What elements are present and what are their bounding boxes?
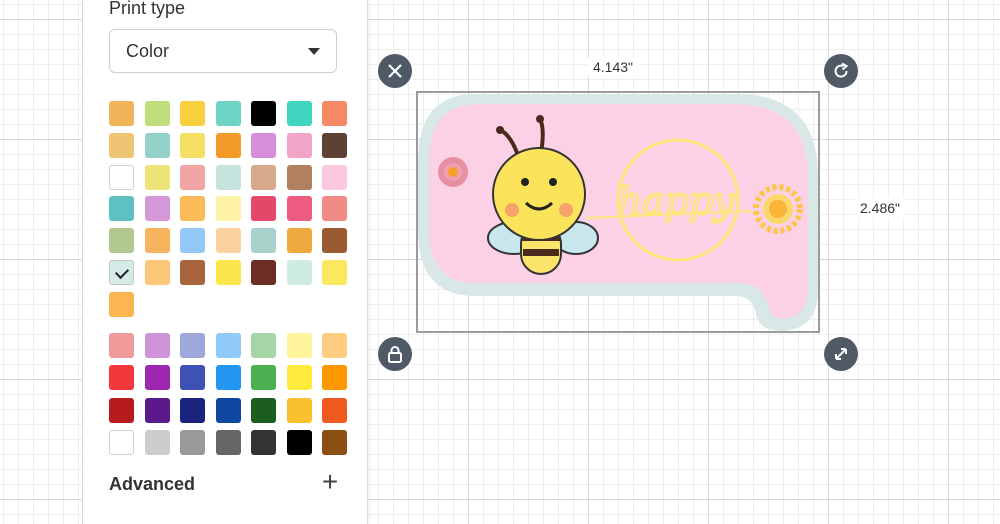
color-swatch[interactable]: [286, 132, 312, 158]
swatch-grid-bottom: [109, 333, 347, 455]
color-swatch[interactable]: [286, 365, 312, 391]
color-swatch[interactable]: [215, 164, 241, 190]
color-swatch[interactable]: [144, 333, 170, 358]
color-swatch[interactable]: [180, 196, 205, 222]
color-swatch[interactable]: [144, 365, 170, 391]
color-swatch[interactable]: [215, 132, 241, 158]
color-swatch[interactable]: [286, 228, 312, 254]
color-swatch[interactable]: [144, 132, 170, 158]
advanced-label: Advanced: [109, 474, 196, 494]
color-swatch[interactable]: [109, 365, 134, 391]
color-swatch[interactable]: [251, 101, 276, 126]
color-swatch[interactable]: [144, 429, 170, 455]
color-swatch[interactable]: [109, 164, 134, 190]
color-swatch[interactable]: [180, 333, 205, 358]
color-swatch[interactable]: [144, 196, 170, 222]
print-type-select[interactable]: Color: [109, 29, 337, 73]
selection-bounding-box[interactable]: [416, 91, 820, 333]
color-swatch[interactable]: [180, 101, 205, 126]
color-swatch[interactable]: [144, 259, 170, 285]
color-swatch[interactable]: [109, 397, 134, 423]
color-swatch[interactable]: [180, 228, 205, 254]
close-icon: [388, 64, 402, 78]
color-swatch[interactable]: [322, 164, 347, 190]
color-swatch[interactable]: [286, 164, 312, 190]
color-swatch-selected[interactable]: [109, 259, 134, 285]
color-swatch[interactable]: [109, 291, 134, 317]
swatch-grid-top: [109, 101, 347, 317]
expand-advanced-plus-icon[interactable]: +: [320, 468, 340, 496]
color-swatch[interactable]: [180, 132, 205, 158]
height-dimension-label: 2.486": [854, 198, 907, 218]
color-swatch[interactable]: [322, 429, 347, 455]
color-swatch[interactable]: [251, 259, 276, 285]
lock-handle[interactable]: [378, 337, 412, 371]
color-swatch[interactable]: [109, 333, 134, 358]
color-swatch[interactable]: [215, 101, 241, 126]
color-swatch[interactable]: [144, 101, 170, 126]
chevron-down-icon: [308, 47, 320, 55]
resize-icon: [835, 348, 847, 360]
resize-handle[interactable]: [824, 337, 858, 371]
color-swatch[interactable]: [286, 333, 312, 358]
color-swatch[interactable]: [322, 365, 347, 391]
color-swatch[interactable]: [251, 333, 276, 358]
color-swatch[interactable]: [144, 228, 170, 254]
color-swatch[interactable]: [144, 397, 170, 423]
color-swatch[interactable]: [180, 429, 205, 455]
color-swatch[interactable]: [322, 333, 347, 358]
color-swatch[interactable]: [322, 259, 347, 285]
color-swatch[interactable]: [180, 259, 205, 285]
color-swatch[interactable]: [286, 397, 312, 423]
color-swatch[interactable]: [251, 164, 276, 190]
color-swatch[interactable]: [286, 101, 312, 126]
color-swatch[interactable]: [322, 397, 347, 423]
close-handle[interactable]: [378, 54, 412, 88]
color-swatch[interactable]: [286, 259, 312, 285]
print-type-label: Print type: [109, 0, 186, 18]
color-swatch[interactable]: [286, 196, 312, 222]
color-swatch[interactable]: [251, 228, 276, 254]
color-swatch[interactable]: [144, 164, 170, 190]
color-swatch[interactable]: [215, 397, 241, 423]
lock-icon: [388, 346, 402, 363]
color-panel: Print type Color Advanced +: [82, 0, 368, 524]
color-swatch[interactable]: [109, 101, 134, 126]
width-dimension-label: 4.143": [587, 57, 640, 77]
color-swatch[interactable]: [109, 196, 134, 222]
color-swatch[interactable]: [251, 196, 276, 222]
color-swatch[interactable]: [322, 132, 347, 158]
color-swatch[interactable]: [215, 429, 241, 455]
color-swatch[interactable]: [251, 429, 276, 455]
rotate-icon: [834, 62, 849, 78]
color-swatch[interactable]: [215, 228, 241, 254]
color-swatch[interactable]: [322, 228, 347, 254]
color-swatch[interactable]: [109, 228, 134, 254]
color-swatch[interactable]: [251, 132, 276, 158]
color-swatch[interactable]: [286, 429, 312, 455]
color-swatch[interactable]: [215, 259, 241, 285]
color-swatch[interactable]: [322, 196, 347, 222]
color-swatch[interactable]: [215, 365, 241, 391]
color-swatch[interactable]: [109, 429, 134, 455]
color-swatch[interactable]: [251, 365, 276, 391]
color-swatch[interactable]: [215, 196, 241, 222]
color-swatch[interactable]: [180, 365, 205, 391]
color-swatch[interactable]: [215, 333, 241, 358]
color-swatch[interactable]: [109, 132, 134, 158]
print-type-value: Color: [126, 40, 170, 61]
rotate-handle[interactable]: [824, 54, 858, 88]
color-swatch[interactable]: [322, 101, 347, 126]
color-swatch[interactable]: [180, 397, 205, 423]
color-swatch[interactable]: [251, 397, 276, 423]
color-swatch[interactable]: [180, 164, 205, 190]
